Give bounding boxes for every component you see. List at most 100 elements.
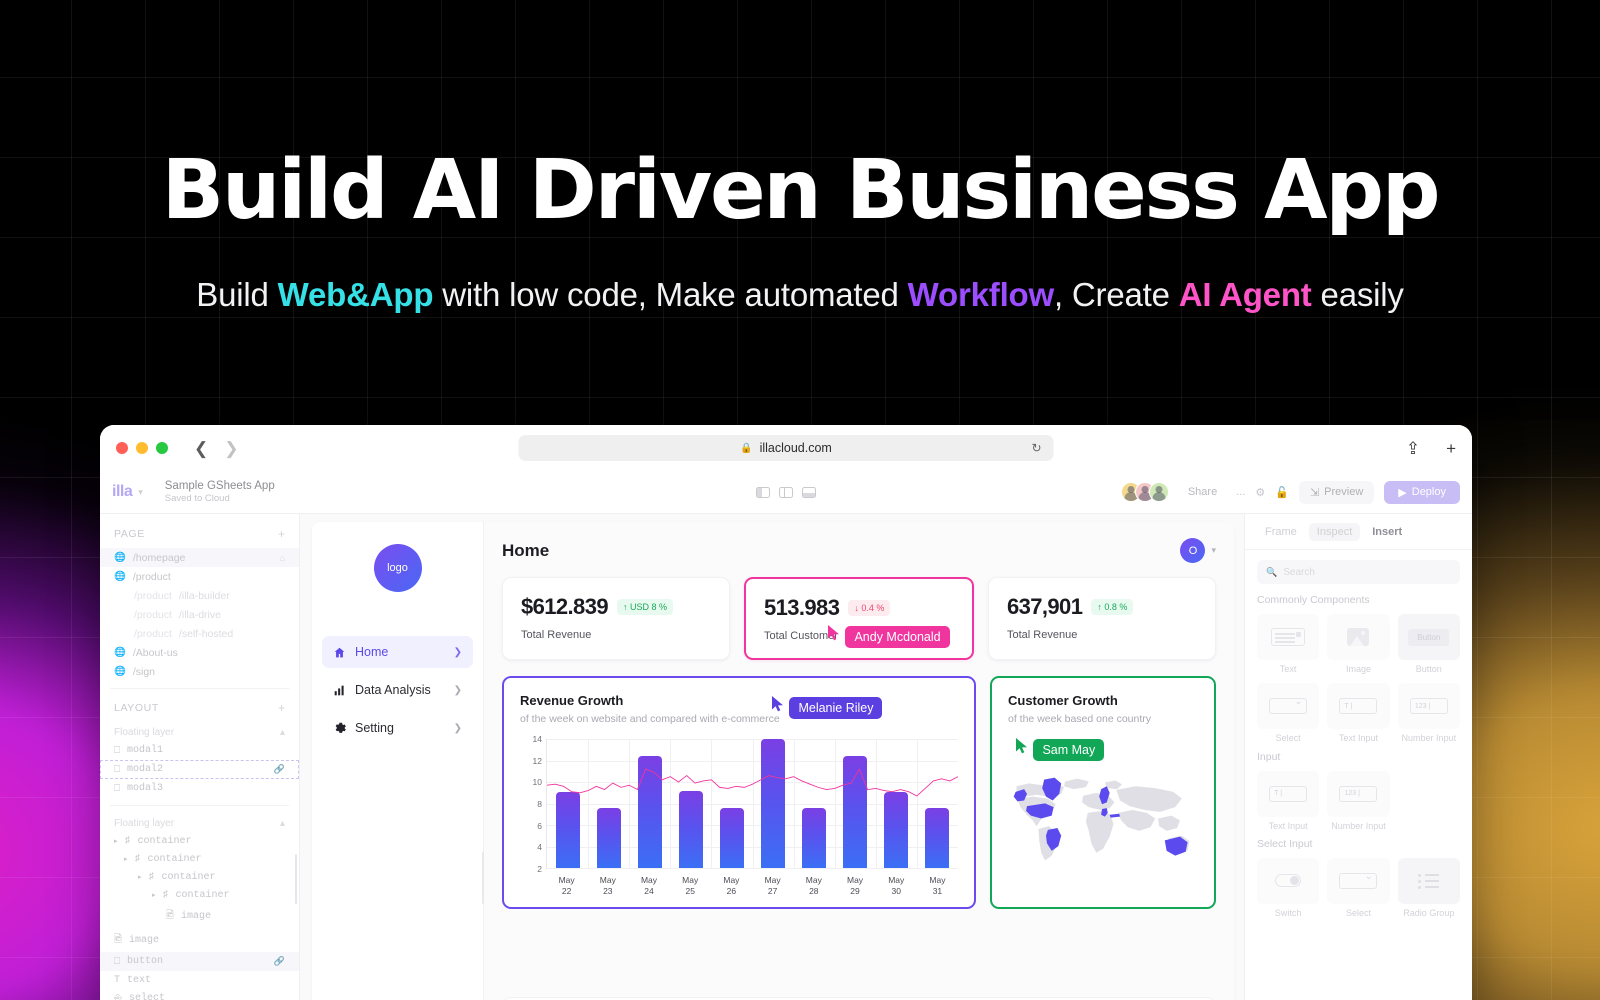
window-traffic-lights[interactable] [116, 442, 168, 454]
share-icon[interactable]: ⇪ [1406, 440, 1420, 457]
search-input[interactable]: 🔍 Search [1257, 560, 1460, 584]
right-panel-tabs[interactable]: Frame Inspect Insert [1257, 514, 1460, 549]
avatar[interactable] [1148, 482, 1169, 502]
avatar[interactable]: O [1180, 538, 1206, 563]
layer-item-text[interactable]: T text [100, 971, 299, 989]
stat-card-total-revenue-2[interactable]: 637,901 ↑ 0.8 % Total Revenue [988, 577, 1216, 660]
sidebar-item-sign[interactable]: 🌐 /sign [100, 662, 299, 681]
browser-chrome-actions[interactable]: ⇪ + [1406, 440, 1456, 457]
caret-icon[interactable]: ▸ [124, 855, 128, 864]
cursor-arrow-icon [772, 696, 783, 712]
panel-bottom-icon[interactable] [802, 486, 816, 498]
panel-both-icon[interactable] [779, 486, 793, 498]
cursor-label: Melanie Riley [789, 697, 883, 719]
more-options-icon[interactable]: ... [1236, 486, 1245, 498]
chevron-down-icon[interactable]: ▾ [138, 487, 143, 498]
stat-card-total-revenue-1[interactable]: $612.839 ↑ USD 8 % Total Revenue [502, 577, 730, 660]
search-placeholder: Search [1283, 566, 1315, 578]
stat-card-total-customer[interactable]: 513.983 ↓ 0.4 % Total Customer Andy Mcdo… [744, 577, 974, 660]
layer-item-button[interactable]: ⎕ button 🔗 [100, 952, 299, 971]
component-number-input[interactable]: 123 | Number Input [1397, 683, 1460, 744]
browser-navigation[interactable]: ❮ ❯ [194, 440, 239, 457]
layer-item-modal1[interactable]: ⎕ modal1 [100, 741, 299, 760]
sidebar-item-homepage[interactable]: 🌐 /homepage ⌂ [100, 548, 299, 567]
sidebar-item-illa-builder[interactable]: /product /illa-builder [100, 586, 299, 605]
app-logo[interactable]: logo [373, 544, 422, 592]
component-number-input[interactable]: 123 | Number Input [1327, 770, 1390, 832]
unlock-icon[interactable]: 🔓 [1275, 486, 1289, 499]
tab-frame[interactable]: Frame [1257, 523, 1305, 541]
add-layout-button[interactable]: + [278, 701, 285, 715]
panel-left-icon[interactable] [756, 486, 770, 498]
plus-icon[interactable]: + [1446, 440, 1456, 457]
chevron-down-icon[interactable]: ▾ [1211, 545, 1216, 556]
layer-item-container[interactable]: ▸ ♯ container [100, 850, 299, 868]
layer-item-modal2[interactable]: ⎕ modal2 🔗 [100, 760, 299, 779]
select-component-icon [1339, 871, 1378, 889]
component-text-input[interactable]: T | Text Input [1257, 770, 1320, 832]
layer-item-container[interactable]: ▸ ♯ container [100, 886, 299, 904]
caret-icon[interactable]: ▸ [114, 837, 118, 846]
preview-button[interactable]: ⇲ Preview [1298, 480, 1375, 504]
link-icon[interactable]: 🔗 [274, 957, 285, 967]
sidebar-item-product[interactable]: 🌐 /product [100, 567, 299, 586]
close-window-button[interactable] [116, 442, 128, 454]
floating-layer-header-1[interactable]: Floating layer ▴ [100, 722, 299, 741]
layer-item-image[interactable]: 🖻 image [100, 904, 299, 928]
component-text-input[interactable]: T | Text Input [1327, 683, 1390, 744]
share-button[interactable]: Share [1179, 482, 1226, 502]
forward-arrow-icon[interactable]: ❯ [224, 440, 238, 457]
tab-inspect[interactable]: Inspect [1308, 523, 1361, 541]
modal-icon: ⎕ [114, 764, 120, 776]
sidebar-item-home[interactable]: Home ❯ [322, 636, 473, 668]
sidebar-item-setting[interactable]: Setting ❯ [322, 712, 473, 744]
add-page-button[interactable]: + [278, 527, 285, 541]
component-radio-group[interactable]: Radio Group [1397, 857, 1460, 919]
cursor-label: Andy Mcdonald [845, 626, 950, 648]
layer-label: container [175, 889, 230, 901]
chart-card-revenue-growth[interactable]: Revenue Growth of the week on website an… [502, 676, 976, 909]
sidebar-item-data-analysis[interactable]: Data Analysis ❯ [322, 674, 473, 706]
page-section-label: PAGE [114, 528, 145, 540]
address-bar[interactable]: 🔒 illacloud.com ↻ [518, 435, 1054, 461]
back-arrow-icon[interactable]: ❮ [194, 440, 208, 457]
caret-icon[interactable]: ▸ [152, 891, 156, 900]
link-icon[interactable]: 🔗 [274, 765, 285, 775]
app-name[interactable]: Sample GSheets App [165, 479, 275, 493]
left-panel-scrollbar[interactable] [294, 854, 297, 904]
floating-layer-header-2[interactable]: Floating layer ▴ [100, 813, 299, 832]
reload-icon[interactable]: ↻ [1031, 441, 1041, 455]
component-image[interactable]: Image [1327, 614, 1390, 675]
chart-card-customer-growth[interactable]: Customer Growth of the week based one co… [990, 676, 1216, 909]
user-menu[interactable]: O ▾ [1180, 538, 1216, 563]
minimize-window-button[interactable] [136, 442, 148, 454]
deploy-button[interactable]: ▶ Deploy [1384, 480, 1460, 504]
expand-icon: ⇲ [1309, 486, 1320, 499]
component-text[interactable]: Text [1257, 614, 1320, 675]
layout-toggle-group[interactable] [756, 486, 816, 498]
chevron-up-icon[interactable]: ▴ [280, 727, 285, 738]
floating-layer-label: Floating layer [114, 727, 175, 738]
sidebar-item-illa-drive[interactable]: /product /illa-drive [100, 605, 299, 624]
layer-item-container[interactable]: ▸ ♯ container [100, 832, 299, 850]
home-icon[interactable]: ⌂ [280, 553, 285, 563]
chevron-up-icon[interactable]: ▴ [280, 818, 285, 829]
component-button[interactable]: Button Button [1397, 614, 1460, 675]
layer-item-modal3[interactable]: ⎕ modal3 [100, 779, 299, 798]
layer-item-image[interactable]: 🖻 image [100, 928, 299, 952]
layer-item-select[interactable]: ⎆ select [100, 989, 299, 1000]
component-select[interactable]: Select [1327, 857, 1390, 919]
stat-cards-row: $612.839 ↑ USD 8 % Total Revenue 513.983 [502, 577, 1216, 660]
layer-item-container[interactable]: ▸ ♯ container [100, 868, 299, 886]
sidebar-item-self-hosted[interactable]: /product /self-hosted [100, 624, 299, 643]
component-switch[interactable]: Switch [1257, 857, 1320, 919]
sidebar-item-label: Setting [355, 721, 394, 735]
tab-insert[interactable]: Insert [1364, 523, 1410, 541]
caret-icon[interactable]: ▸ [138, 873, 142, 882]
collaborator-avatars[interactable] [1120, 482, 1169, 502]
component-select[interactable]: Select [1257, 683, 1320, 744]
bug-icon[interactable]: ⚙ [1255, 486, 1265, 499]
illa-logo[interactable]: illa [112, 483, 133, 501]
maximize-window-button[interactable] [156, 442, 168, 454]
sidebar-item-about-us[interactable]: 🌐 /About-us [100, 643, 299, 662]
